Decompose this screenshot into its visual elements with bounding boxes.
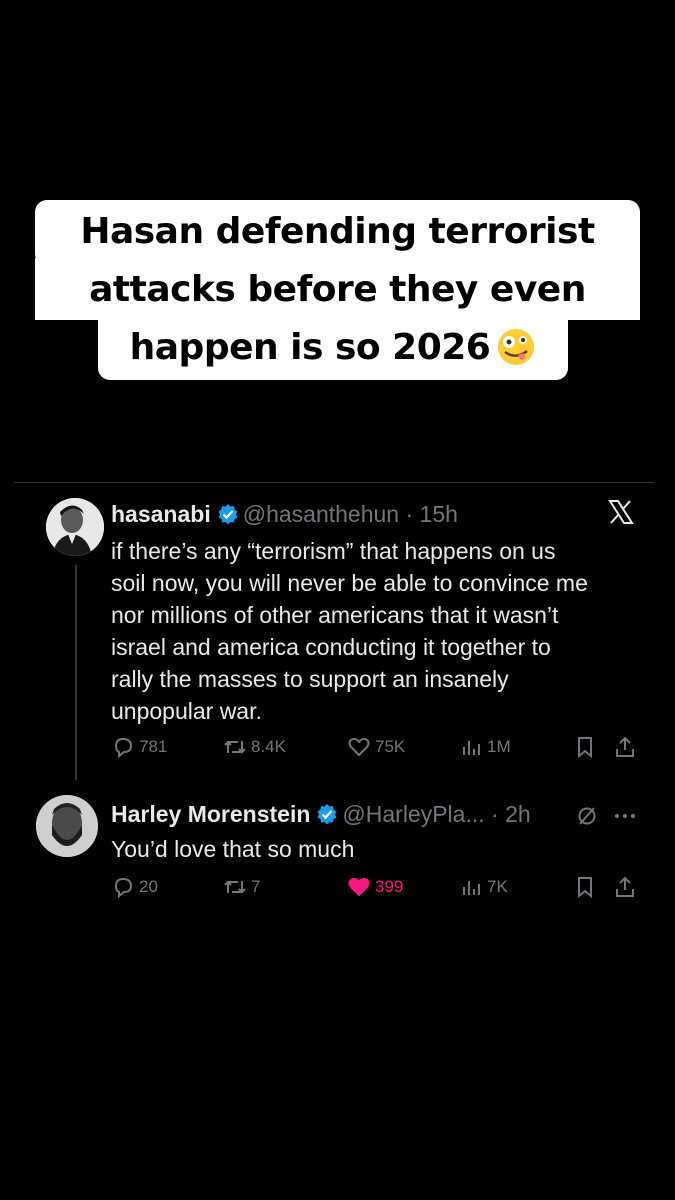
reply-count: 781 <box>139 737 168 756</box>
caption-line-3: happen is so 2026 <box>98 316 568 380</box>
reply-text: You’d love that so much <box>111 833 631 865</box>
timestamp: · 2h <box>491 801 531 827</box>
avatar[interactable] <box>36 795 98 857</box>
profile-photo-icon <box>36 795 98 857</box>
verified-badge-icon <box>218 504 238 525</box>
tweet-text-line: nor millions of other americans that it … <box>111 602 559 628</box>
user-handle[interactable]: @HarleyPla... <box>342 801 484 827</box>
display-name[interactable]: Harley Morenstein <box>111 801 310 827</box>
views-button[interactable]: 7K <box>459 875 508 899</box>
view-count: 7K <box>487 877 508 896</box>
reply-icon <box>114 737 133 759</box>
tweet-text-line: unpopular war. <box>111 698 262 724</box>
bookmark-icon <box>578 877 592 899</box>
grok-icon[interactable] <box>576 805 598 827</box>
reply-text-line: You’d love that so much <box>111 836 355 862</box>
bookmark-button[interactable] <box>573 735 601 759</box>
tweet-header: hasanabi @hasanthehun · 15h <box>111 501 458 528</box>
thread-connector <box>75 565 77 780</box>
reply-count: 20 <box>139 877 158 896</box>
retweet-count: 8.4K <box>251 737 286 756</box>
views-button[interactable]: 1M <box>459 735 511 759</box>
user-handle[interactable]: @hasanthehun <box>243 501 399 527</box>
tweet-text-line: soil now, you will never be able to conv… <box>111 570 588 596</box>
share-button[interactable] <box>613 875 641 899</box>
reply-button[interactable]: 20 <box>111 875 158 899</box>
timestamp: · 15h <box>405 501 458 527</box>
like-button[interactable]: 75K <box>347 735 405 759</box>
tweet-card: hasanabi @hasanthehun · 15h if there’s an… <box>14 482 654 914</box>
like-count: 399 <box>375 877 404 896</box>
heart-filled-icon <box>348 877 370 897</box>
share-icon <box>616 736 634 757</box>
tweet-text-line: israel and america conducting it togethe… <box>111 634 551 660</box>
retweet-button[interactable]: 8.4K <box>223 735 286 759</box>
tweet-actions: 781 8.4K 75K 1M <box>111 735 641 765</box>
more-options-icon[interactable] <box>612 805 638 827</box>
heart-icon <box>348 737 370 757</box>
display-name[interactable]: hasanabi <box>111 501 211 527</box>
views-icon <box>463 881 480 895</box>
retweet-button[interactable]: 7 <box>223 875 260 899</box>
views-icon <box>463 741 480 755</box>
zany-face-emoji-icon <box>498 329 535 365</box>
share-icon <box>616 876 634 897</box>
tweet-text-line: rally the masses to support an insanely <box>111 666 509 692</box>
like-button[interactable]: 399 <box>347 875 403 899</box>
like-count: 75K <box>375 737 406 756</box>
caption-line-1: Hasan defending terrorist <box>35 200 640 266</box>
profile-photo-icon <box>46 498 104 556</box>
retweet-icon <box>224 880 246 894</box>
reply-header: Harley Morenstein @HarleyPla... · 2h <box>111 801 531 828</box>
bookmark-button[interactable] <box>573 875 601 899</box>
caption-line-2: attacks before they even <box>35 258 640 320</box>
x-logo-icon[interactable] <box>608 499 634 525</box>
view-count: 1M <box>487 737 511 756</box>
verified-badge-icon <box>317 804 337 825</box>
tweet-text-line: if there’s any “terrorism” that happens … <box>111 538 556 564</box>
reply-actions: 20 7 399 7K <box>111 875 641 905</box>
bookmark-icon <box>578 737 592 759</box>
reply-icon <box>114 877 133 899</box>
retweet-count: 7 <box>251 877 261 896</box>
share-button[interactable] <box>613 735 641 759</box>
avatar[interactable] <box>46 498 104 556</box>
reply-button[interactable]: 781 <box>111 735 167 759</box>
retweet-icon <box>224 740 246 754</box>
tweet-text: if there’s any “terrorism” that happens … <box>111 535 631 727</box>
